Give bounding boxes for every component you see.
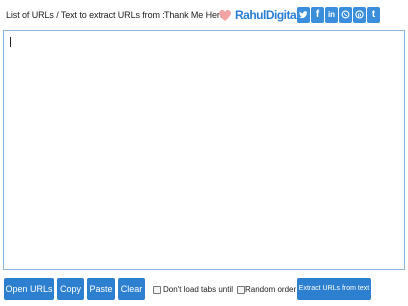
copy-button[interactable]: Copy — [57, 278, 84, 300]
urls-list-label: List of URLs / Text to extract URLs from… — [6, 10, 165, 20]
urls-textarea[interactable] — [4, 31, 404, 269]
brand-link[interactable]: RahulDigital — [235, 8, 300, 22]
dont-load-tabs-label: Don't load tabs until — [163, 285, 234, 294]
text-caret — [10, 37, 11, 47]
paste-button[interactable]: Paste — [87, 278, 115, 300]
random-order-label: Random order — [245, 285, 297, 294]
twitter-icon[interactable] — [297, 7, 310, 23]
whatsapp-icon[interactable] — [339, 7, 352, 23]
urls-textarea-container — [3, 30, 405, 270]
pinterest-icon[interactable]: p — [353, 7, 366, 23]
dont-load-tabs-checkbox[interactable] — [153, 286, 161, 294]
heart-icon — [218, 9, 232, 22]
header: List of URLs / Text to extract URLs from… — [0, 0, 408, 30]
facebook-icon[interactable]: f — [311, 7, 324, 23]
extract-urls-button[interactable]: Extract URLs from text — [297, 278, 371, 300]
linkedin-icon[interactable]: in — [325, 7, 338, 23]
clear-button[interactable]: Clear — [118, 278, 145, 300]
open-urls-button[interactable]: Open URLs — [4, 278, 54, 300]
tumblr-icon[interactable]: t — [367, 7, 380, 23]
random-order-checkbox[interactable] — [237, 286, 245, 294]
footer-toolbar: Open URLs Copy Paste Clear Don't load ta… — [0, 270, 408, 306]
